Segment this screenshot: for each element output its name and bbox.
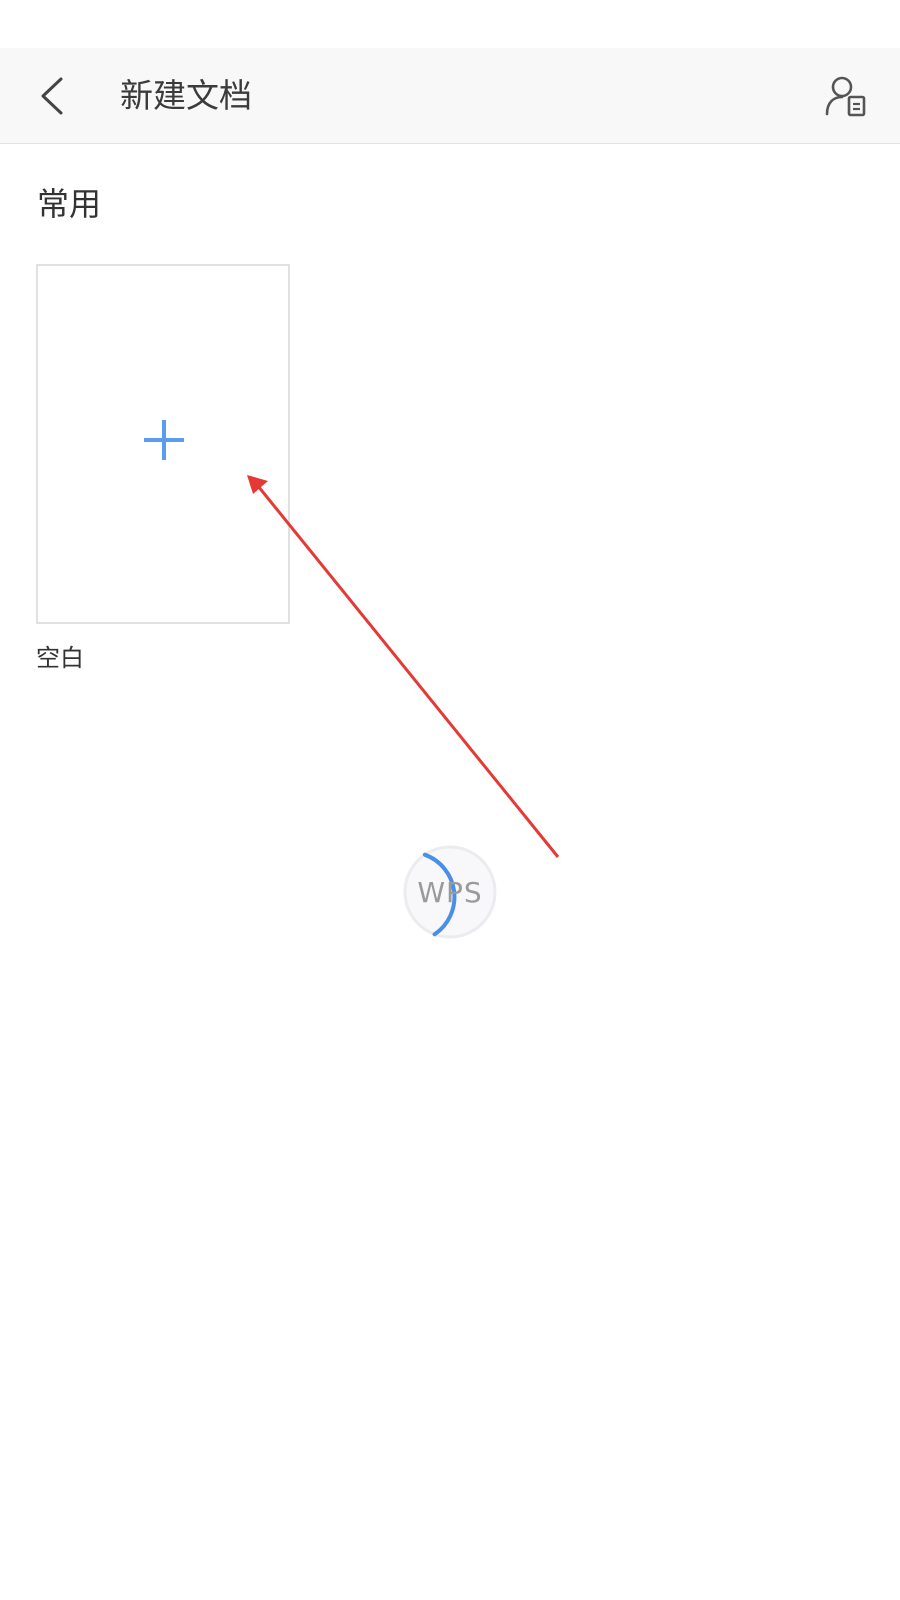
back-button[interactable] [22,66,82,126]
blank-template-card[interactable] [36,264,290,624]
chevron-left-icon [41,77,63,115]
new-document-screen: 新建文档 常用 空白 WPS [0,0,900,1600]
blank-template-label: 空白 [36,644,84,672]
annotation-arrow [247,475,560,858]
status-bar [0,0,900,48]
wps-logo-text: WPS [417,876,482,909]
section-title-common: 常用 [37,185,102,223]
user-document-icon [825,76,866,117]
plus-icon [144,420,184,460]
wps-loading-spinner: WPS [403,845,497,939]
page-title: 新建文档 [120,76,252,115]
account-button[interactable] [818,68,874,124]
top-toolbar: 新建文档 [0,48,900,144]
